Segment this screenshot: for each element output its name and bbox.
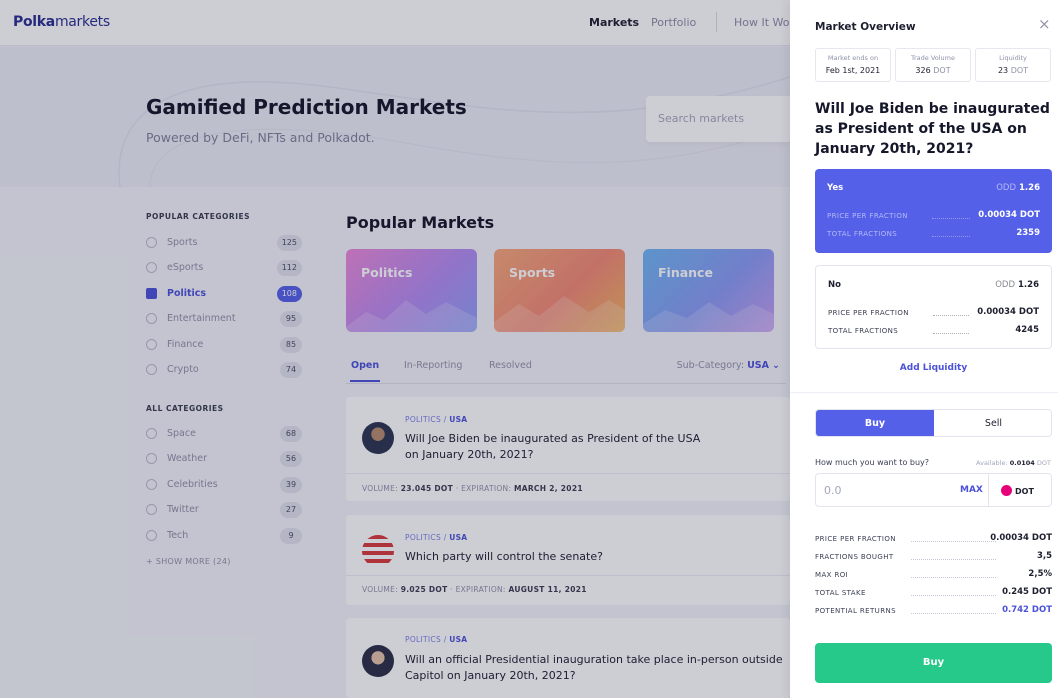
max-button[interactable]: MAX bbox=[960, 485, 983, 495]
buy-button[interactable]: Buy bbox=[815, 643, 1052, 683]
stat-trade-volume: Trade Volume 326 DOT bbox=[895, 48, 971, 82]
token-selector[interactable]: DOT bbox=[1001, 485, 1034, 496]
summary-total-stake: TOTAL STAKE 0.245 DOT bbox=[815, 587, 1052, 597]
summary-potential-returns: POTENTIAL RETURNS 0.742 DOT bbox=[815, 605, 1052, 615]
amount-value[interactable]: 0.0 bbox=[824, 484, 842, 497]
summary-price-per-fraction: PRICE PER FRACTION 0.00034 DOT bbox=[815, 533, 1052, 543]
market-overview-panel: Market Overview × Market ends on Feb 1st… bbox=[790, 0, 1058, 698]
amount-label: How much you want to buy? bbox=[815, 458, 930, 467]
available-balance: Available: 0.0104 DOT bbox=[976, 459, 1051, 467]
polkadot-icon bbox=[1001, 485, 1012, 496]
outcome-odd: ODD 1.26 bbox=[995, 280, 1039, 290]
close-icon[interactable]: × bbox=[1038, 15, 1051, 33]
price-per-fraction-row: PRICE PER FRACTION 0.00034 DOT bbox=[827, 210, 1040, 220]
stat-liquidity: Liquidity 23 DOT bbox=[975, 48, 1051, 82]
stat-market-ends: Market ends on Feb 1st, 2021 bbox=[815, 48, 891, 82]
buy-tab[interactable]: Buy bbox=[816, 410, 934, 436]
buy-sell-toggle: Buy Sell bbox=[815, 409, 1052, 437]
panel-title: Market Overview bbox=[815, 21, 916, 33]
panel-divider bbox=[790, 392, 1058, 393]
summary-fractions-bought: FRACTIONS BOUGHT 3,5 bbox=[815, 551, 1052, 561]
modal-backdrop[interactable] bbox=[0, 0, 790, 698]
outcome-odd: ODD 1.26 bbox=[996, 183, 1040, 193]
total-fractions-row: TOTAL FRACTIONS 2359 bbox=[827, 228, 1040, 238]
amount-input[interactable]: 0.0 MAX DOT bbox=[815, 473, 1052, 507]
total-fractions-row: TOTAL FRACTIONS 4245 bbox=[828, 325, 1039, 335]
summary-max-roi: MAX ROI 2,5% bbox=[815, 569, 1052, 579]
add-liquidity-button[interactable]: Add Liquidity bbox=[815, 363, 1052, 373]
outcome-yes[interactable]: Yes ODD 1.26 PRICE PER FRACTION 0.00034 DO… bbox=[815, 169, 1052, 253]
sell-tab[interactable]: Sell bbox=[934, 410, 1051, 436]
price-per-fraction-row: PRICE PER FRACTION 0.00034 DOT bbox=[828, 307, 1039, 317]
outcome-no[interactable]: No ODD 1.26 PRICE PER FRACTION 0.00034 DOT… bbox=[815, 265, 1052, 349]
panel-question: Will Joe Biden be inaugurated as Preside… bbox=[815, 101, 1050, 157]
